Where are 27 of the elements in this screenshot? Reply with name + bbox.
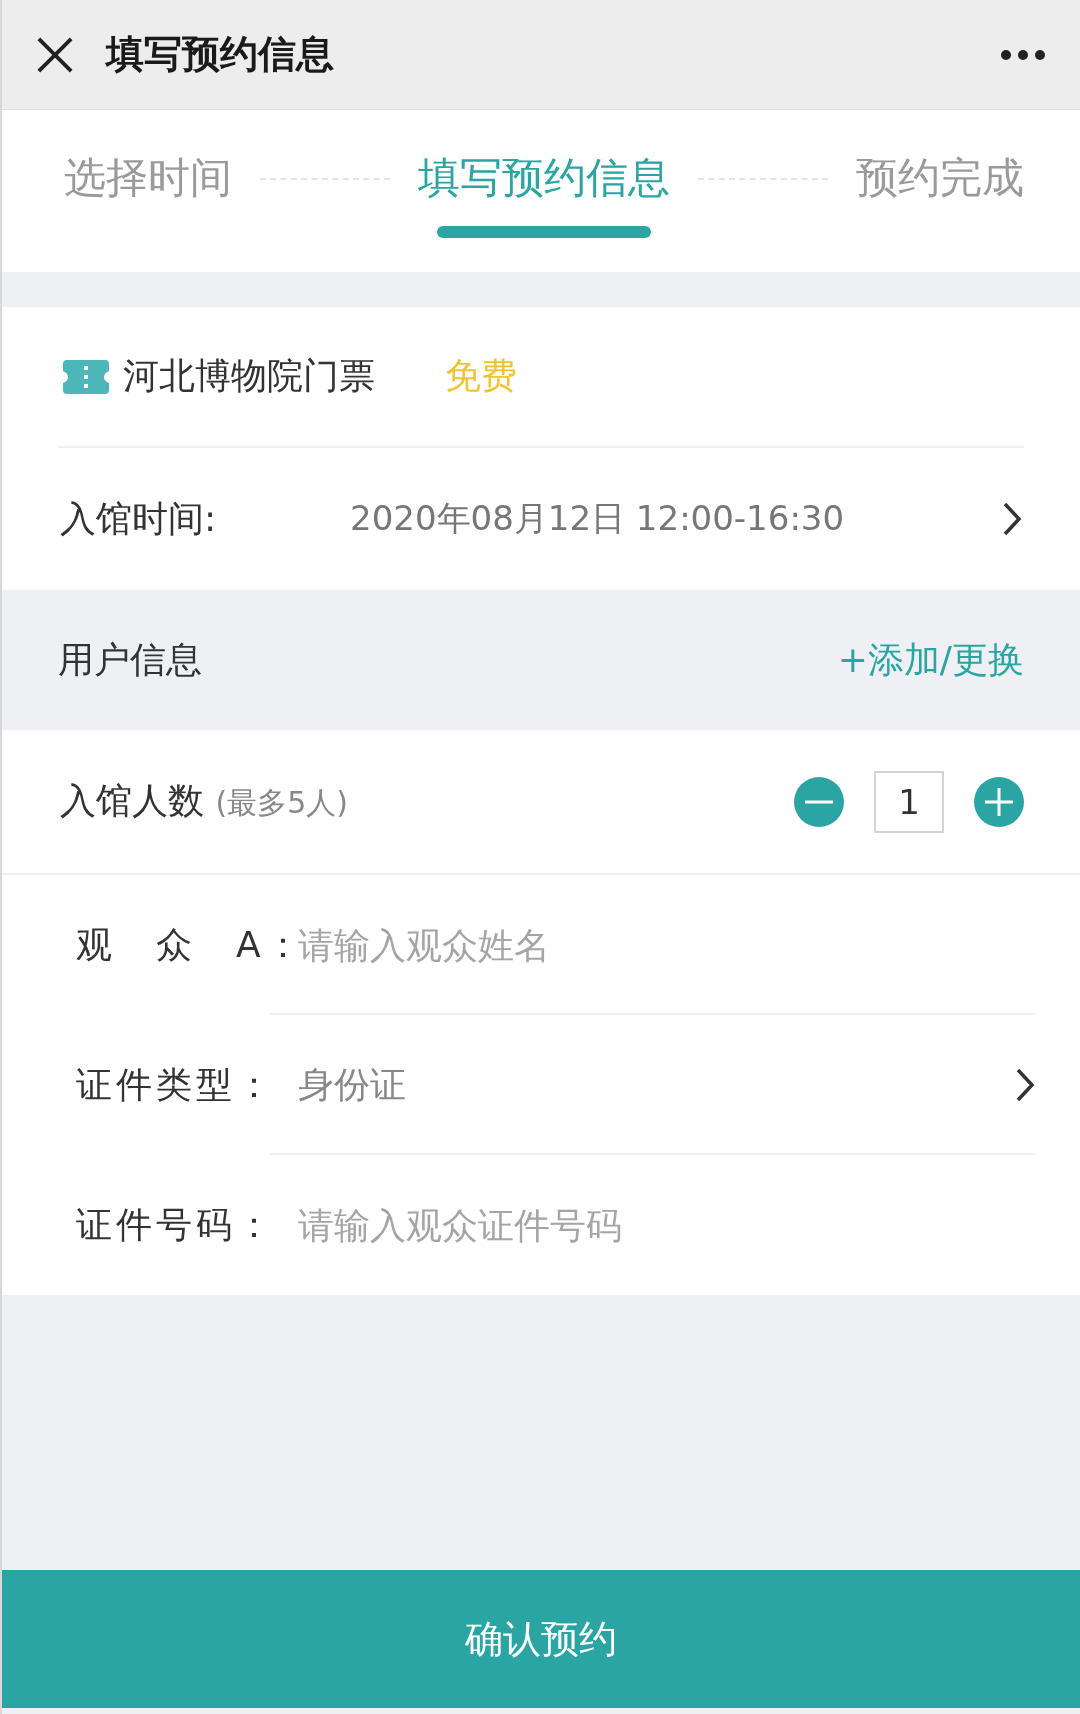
confirm-button[interactable]: 确认预约 [2,1570,1080,1708]
chevron-right-icon [1002,501,1022,537]
section-title: 用户信息 [58,637,202,682]
field-label: 证件类型： [76,1062,277,1107]
visit-time-label: 入馆时间: [60,496,218,541]
step-tab[interactable]: 预约完成 [856,150,1024,206]
window-title: 填写预约信息 [106,31,335,78]
visitor-count-label: 入馆人数 (最多5人) [60,779,349,823]
field-label: 观 众 A： [76,922,298,967]
chevron-right-icon [1015,1067,1035,1103]
count-field[interactable]: 1 [874,770,944,833]
id-type-select[interactable]: 身份证 [298,1060,1015,1110]
ticket-name: 河北博物院门票 [123,354,375,398]
input-field[interactable]: 请输入观众姓名 [298,924,1035,966]
minus-button[interactable] [794,776,844,827]
ticket-price: 免费 [445,354,517,398]
visit-time-value: 2020年08月12日 12:00-16:30 [350,497,846,540]
visit-time-row[interactable]: 入馆时间: 2020年08月12日 12:00-16:30 [2,448,1080,590]
field-label: 证件号码： [76,1202,277,1247]
add-change-link[interactable]: +添加/更换 [837,635,1024,685]
step-tab[interactable]: 填写预约信息 [418,150,670,238]
close-icon[interactable] [36,35,74,74]
input-field[interactable]: 请输入观众证件号码 [298,1204,1035,1246]
plus-button[interactable] [974,776,1024,827]
ticket-icon [63,359,109,394]
more-icon[interactable] [1000,48,1046,61]
step-tab[interactable]: 选择时间 [64,150,232,206]
